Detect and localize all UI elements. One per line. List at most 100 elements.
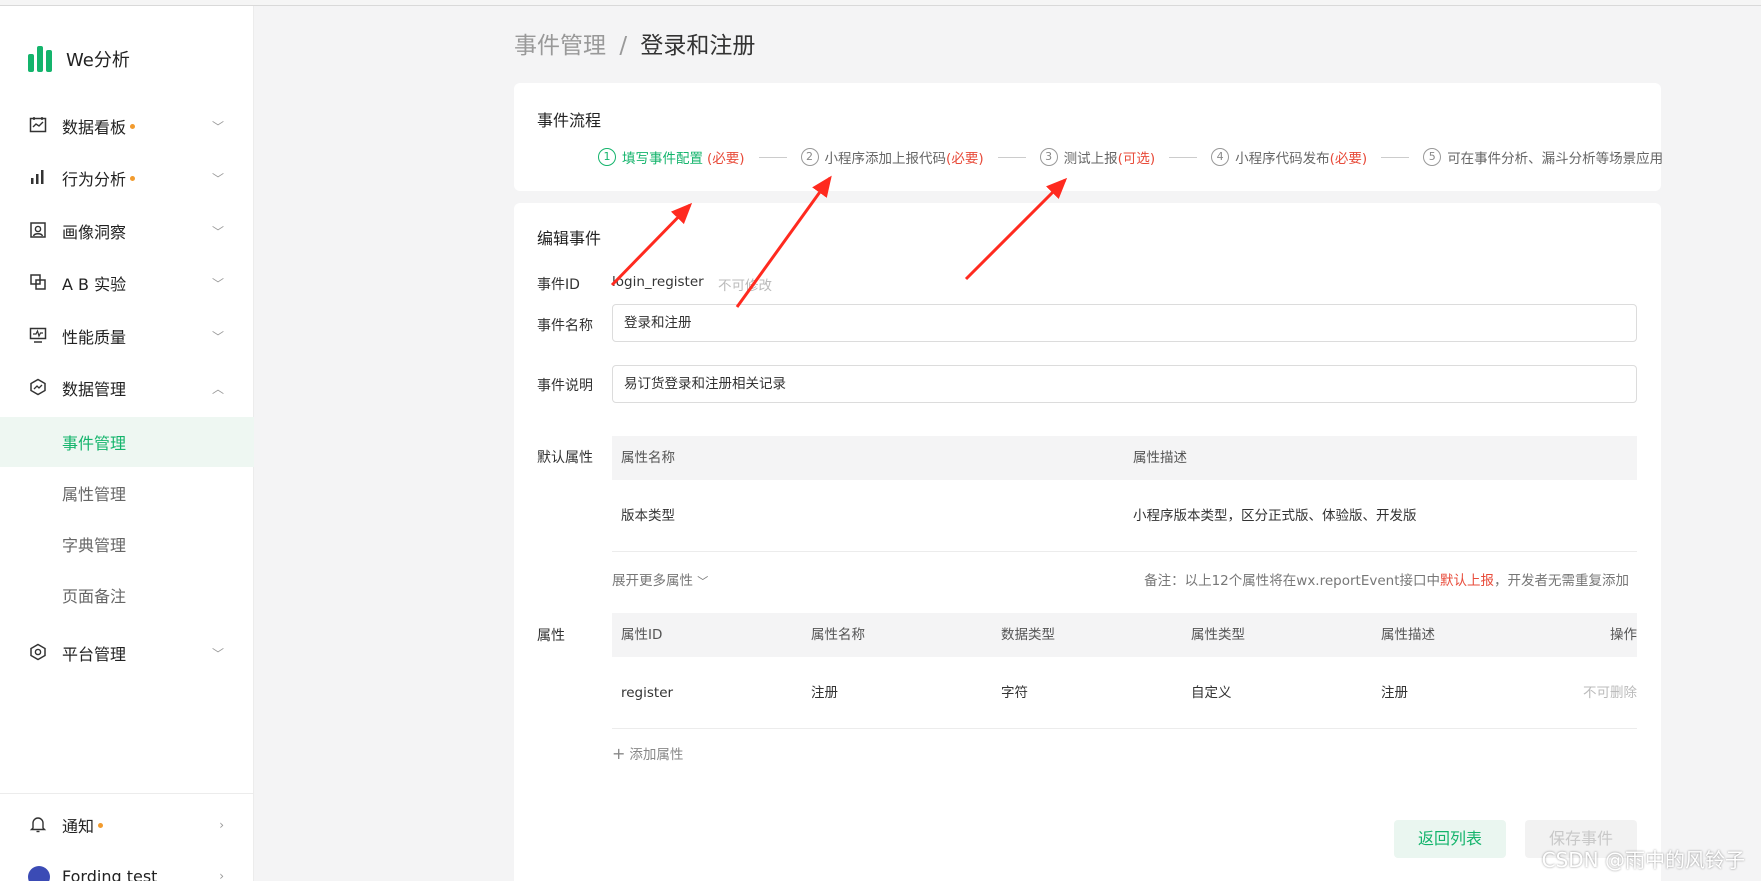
dashboard-icon (28, 116, 48, 136)
app-logo[interactable]: We分析 (28, 46, 130, 72)
step-label: 填写事件配置 (622, 151, 703, 167)
table-cell: 小程序版本类型，区分正式版、体验版、开发版 (1133, 508, 1417, 524)
sidebar-item-dashboard[interactable]: 数据看板 ﹀ (0, 106, 254, 146)
step-tag: (必要) (946, 151, 984, 167)
sidebar-subitem-attr-manage[interactable]: 属性管理 (0, 468, 254, 518)
user-name: Fording test (62, 866, 158, 881)
step-number: 4 (1211, 148, 1230, 166)
column-header: 属性ID (621, 627, 663, 643)
table-cell: 字符 (1001, 685, 1028, 701)
sidebar-item-behavior[interactable]: 行为分析 ﹀ (0, 158, 254, 198)
event-id-value: login_register (612, 274, 704, 290)
flow-step-4: 4 小程序代码发布 (必要) (1211, 147, 1367, 167)
edit-event-card: 编辑事件 事件ID login_register 不可修改 事件名称 登录和注册… (514, 203, 1661, 881)
sidebar-subitem-label: 事件管理 (62, 434, 127, 453)
top-border (0, 0, 1761, 6)
attr-table-header: 属性ID 属性名称 数据类型 属性类型 属性描述 操作 (612, 613, 1637, 657)
delete-disabled-text: 不可删除 (1583, 685, 1637, 701)
step-number: 3 (1039, 148, 1058, 166)
step-connector (997, 156, 1026, 158)
event-name-input[interactable]: 登录和注册 (612, 304, 1637, 342)
breadcrumb-separator: / (619, 33, 628, 59)
flow-step-2: 2 小程序添加上报代码 (必要) (800, 147, 984, 167)
notification-dot (98, 823, 104, 828)
step-tag: (必要) (707, 151, 745, 167)
avatar (28, 866, 50, 881)
column-header: 属性名称 (621, 450, 675, 466)
step-number: 1 (598, 148, 616, 166)
table-cell: 版本类型 (621, 508, 675, 524)
flow-steps: 1 填写事件配置 (必要) 2 小程序添加上报代码 (必要) 3 测试上报 (可… (598, 147, 1663, 167)
sidebar-subitem-page-note[interactable]: 页面备注 (0, 570, 254, 620)
event-name-label: 事件名称 (537, 318, 593, 334)
sidebar-subitem-dict-manage[interactable]: 字典管理 (0, 519, 254, 569)
chevron-down-icon: ﹀ (697, 575, 709, 588)
flow-step-1: 1 填写事件配置 (必要) (598, 147, 745, 167)
step-tag: (必要) (1329, 151, 1368, 167)
table-row: register 注册 字符 自定义 注册 不可删除 (612, 657, 1637, 729)
expand-more-button[interactable]: 展开更多属性 ﹀ (612, 569, 708, 589)
table-cell: 注册 (811, 685, 838, 701)
sidebar-subitem-event-manage[interactable]: 事件管理 (0, 417, 254, 467)
column-header: 属性描述 (1381, 627, 1435, 643)
bar-chart-icon (28, 168, 48, 188)
step-connector (1169, 156, 1198, 158)
column-header: 属性描述 (1133, 450, 1187, 466)
sidebar-subitem-label: 页面备注 (62, 587, 127, 606)
step-tag: (可选) (1117, 151, 1156, 167)
table-row: 版本类型 小程序版本类型，区分正式版、体验版、开发版 (612, 480, 1637, 552)
sidebar-subitem-label: 字典管理 (62, 536, 127, 555)
sidebar-item-data-manage[interactable]: 数据管理 ︿ (0, 368, 254, 408)
event-desc-input[interactable]: 易订货登录和注册相关记录 (612, 365, 1637, 403)
app-name: We分析 (66, 50, 130, 71)
flow-title: 事件流程 (537, 111, 602, 130)
watermark: CSDN @雨中的风铃子 (1541, 848, 1745, 872)
chevron-right-icon: › (219, 869, 224, 881)
data-manage-icon (28, 378, 48, 398)
chevron-right-icon: › (219, 818, 224, 832)
sidebar-subitem-label: 属性管理 (62, 485, 127, 504)
back-to-list-button[interactable]: 返回列表 (1394, 820, 1506, 858)
column-header: 数据类型 (1001, 627, 1055, 643)
notification-dot (130, 176, 136, 181)
table-cell: 自定义 (1191, 685, 1232, 701)
sidebar-item-ab-test[interactable]: A B 实验 ﹀ (0, 263, 254, 303)
step-label: 测试上报 (1063, 151, 1118, 167)
flow-step-5: 5 可在事件分析、漏斗分析等场景应用 (1423, 147, 1663, 167)
step-connector (1381, 156, 1410, 158)
step-number: 5 (1423, 148, 1442, 166)
sidebar-item-user[interactable]: Fording test › (0, 856, 254, 881)
event-id-label: 事件ID (537, 277, 580, 293)
breadcrumb-current: 登录和注册 (640, 33, 756, 59)
monitor-icon (28, 326, 48, 346)
column-header: 属性名称 (811, 627, 865, 643)
chevron-down-icon: ﹀ (211, 224, 224, 239)
logo-icon (28, 46, 54, 72)
sidebar-item-label: 数据管理 (62, 380, 127, 399)
attr-label: 属性 (537, 628, 565, 644)
step-connector (758, 156, 787, 158)
add-attr-button[interactable]: + 添加属性 (612, 743, 683, 763)
chevron-down-icon: ﹀ (211, 329, 224, 344)
default-attr-table-header: 属性名称 属性描述 (612, 436, 1637, 480)
sidebar-item-label: 画像洞察 (62, 223, 127, 242)
sidebar: We分析 数据看板 ﹀ 行为分析 ﹀ 画像洞察 ﹀ A B 实验 ﹀ 性能质量 (0, 6, 254, 881)
sidebar-item-label: A B 实验 (62, 275, 127, 294)
sidebar-item-label: 数据看板 (62, 114, 136, 138)
sidebar-item-portrait[interactable]: 画像洞察 ﹀ (0, 211, 254, 251)
step-number: 2 (800, 148, 819, 166)
sidebar-item-label: 行为分析 (62, 166, 136, 190)
breadcrumb-parent[interactable]: 事件管理 (514, 33, 606, 59)
table-cell: 注册 (1381, 685, 1408, 701)
chevron-down-icon: ﹀ (211, 171, 224, 186)
bell-icon (28, 815, 48, 835)
column-header: 属性类型 (1191, 627, 1245, 643)
step-label: 可在事件分析、漏斗分析等场景应用 (1447, 151, 1664, 167)
sidebar-item-notify[interactable]: 通知 › (0, 805, 254, 845)
edit-title: 编辑事件 (537, 229, 602, 248)
sidebar-item-performance[interactable]: 性能质量 ﹀ (0, 316, 254, 356)
settings-icon (28, 643, 48, 663)
step-label: 小程序添加上报代码 (824, 151, 947, 167)
step-label: 小程序代码发布 (1235, 151, 1330, 167)
sidebar-item-platform[interactable]: 平台管理 ﹀ (0, 633, 254, 673)
